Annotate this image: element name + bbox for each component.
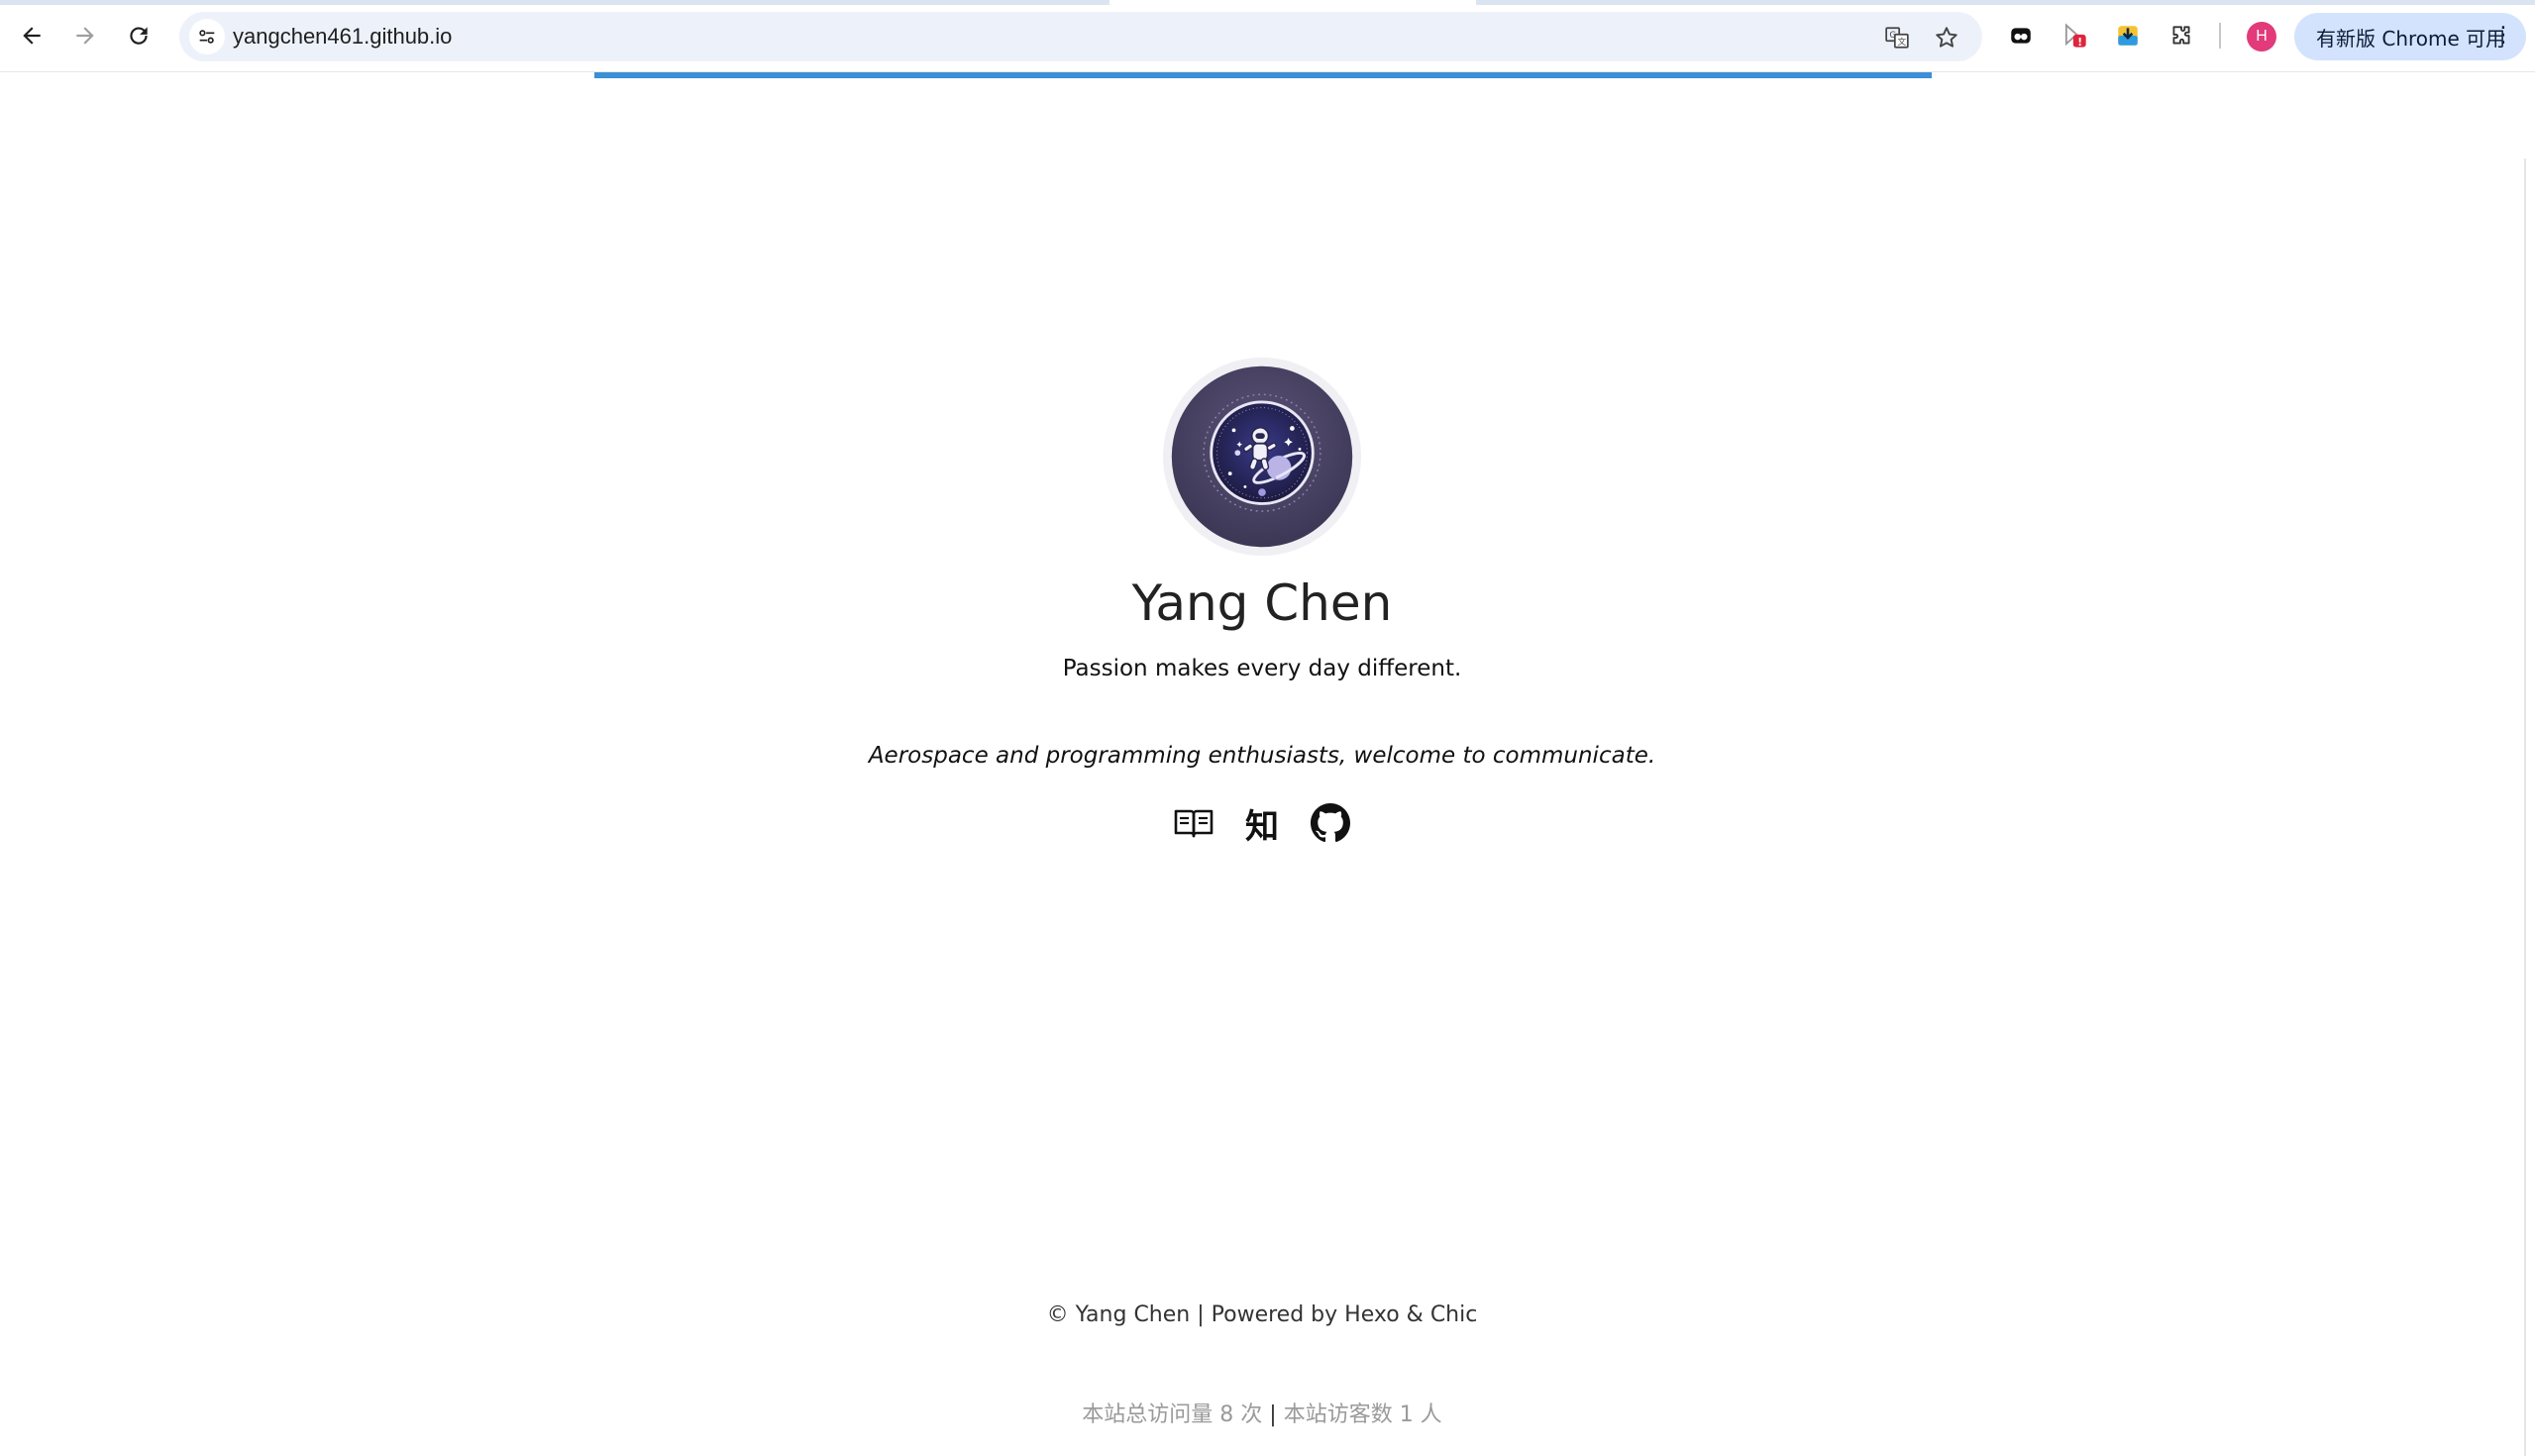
zhihu-label: 知 xyxy=(1245,806,1279,847)
powered-by-text: Powered by xyxy=(1211,1302,1338,1327)
zhihu-icon[interactable]: 知 xyxy=(1241,802,1283,847)
ampersand: & xyxy=(1406,1302,1424,1327)
author-slogan: Passion makes every day different. xyxy=(1062,656,1462,681)
copyright-text: © Yang Chen | xyxy=(1046,1302,1205,1327)
author-description: Aerospace and programming enthusiasts, w… xyxy=(868,743,1656,769)
footer-copyright: © Yang Chen | Powered by Hexo & Chic xyxy=(0,1302,2524,1327)
scrollbar-track[interactable] xyxy=(2524,158,2526,1456)
chic-link[interactable]: Chic xyxy=(1430,1302,1478,1327)
author-name: Yang Chen xyxy=(1131,574,1393,632)
book-icon[interactable] xyxy=(1173,802,1215,844)
author-avatar xyxy=(1163,358,1361,556)
social-links: 知 xyxy=(1173,802,1351,847)
visitor-count: 本站访客数 1 人 xyxy=(1283,1403,1442,1427)
github-icon[interactable] xyxy=(1310,802,1351,844)
hexo-link[interactable]: Hexo xyxy=(1344,1302,1400,1327)
total-views: 本站总访问量 8 次 xyxy=(1082,1403,1263,1427)
astronaut-avatar-image xyxy=(1171,365,1353,548)
stats-separator: | xyxy=(1269,1403,1277,1427)
profile-card: Yang Chen Passion makes every day differ… xyxy=(0,0,2524,1456)
site-stats: 本站总访问量 8 次 | 本站访客数 1 人 xyxy=(0,1397,2524,1428)
